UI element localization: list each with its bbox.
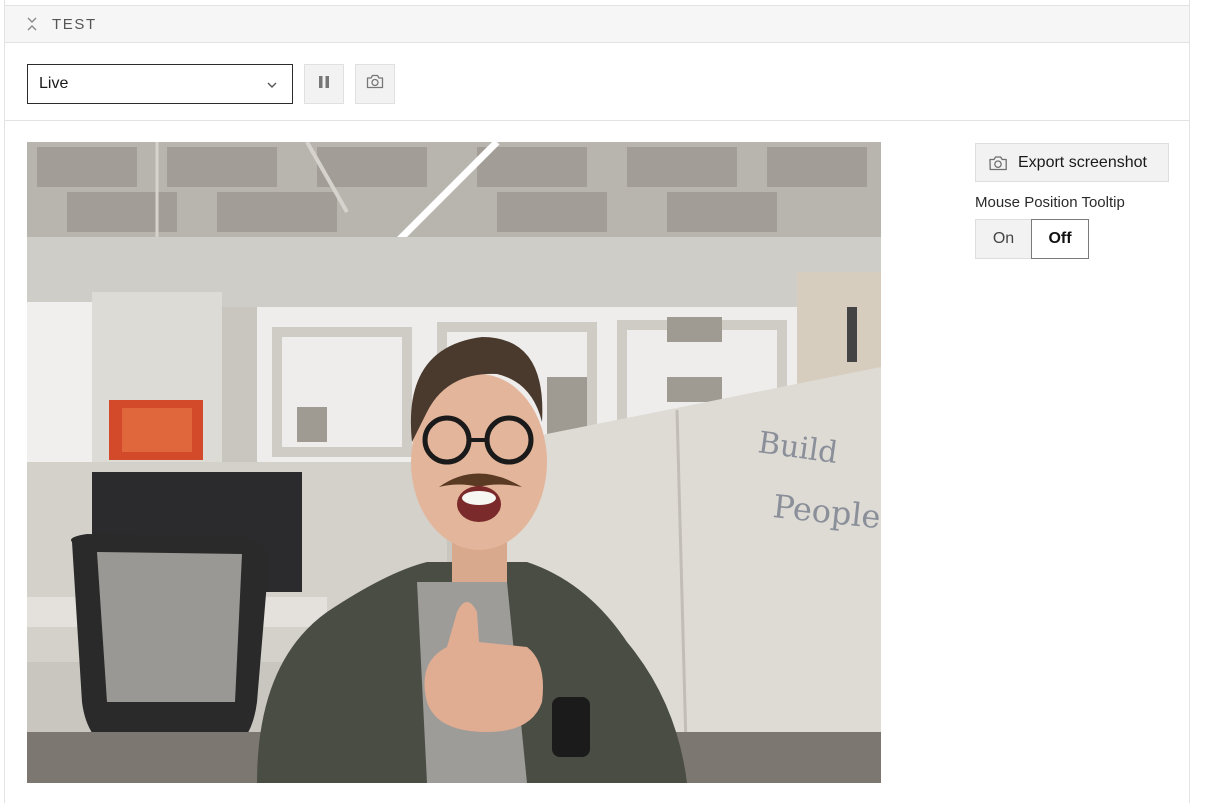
pause-icon bbox=[318, 75, 330, 94]
chevron-down-icon bbox=[266, 78, 278, 90]
source-select[interactable]: Live bbox=[27, 64, 293, 104]
toggle-off-button[interactable]: Off bbox=[1031, 219, 1089, 259]
panel-title: TEST bbox=[52, 15, 97, 33]
camera-feed-illustration: Build People bbox=[27, 142, 881, 783]
panel-header[interactable]: TEST bbox=[5, 6, 1189, 43]
collapse-chevrons-icon[interactable] bbox=[25, 15, 39, 33]
export-screenshot-button[interactable]: Export screenshot bbox=[975, 143, 1169, 182]
viewer-toolbar: Live bbox=[5, 43, 1189, 121]
video-panel: TEST Live Build People Export screenshot… bbox=[4, 0, 1190, 803]
toggle-on-button[interactable]: On bbox=[975, 219, 1031, 259]
export-screenshot-label: Export screenshot bbox=[1018, 153, 1147, 171]
camera-feed-image[interactable]: Build People bbox=[27, 142, 881, 783]
camera-icon bbox=[366, 74, 384, 94]
mouse-tooltip-toggle: On Off bbox=[975, 219, 1089, 259]
snapshot-button[interactable] bbox=[355, 64, 395, 104]
pause-button[interactable] bbox=[304, 64, 344, 104]
mouse-position-tooltip-label: Mouse Position Tooltip bbox=[975, 194, 1125, 211]
camera-icon bbox=[988, 155, 1008, 171]
source-select-value: Live bbox=[39, 75, 69, 92]
